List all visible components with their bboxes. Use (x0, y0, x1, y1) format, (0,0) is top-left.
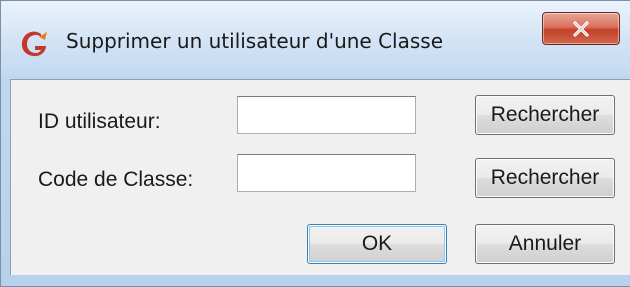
window-title: Supprimer un utilisateur d'une Classe (66, 29, 444, 53)
dialog-window: Supprimer un utilisateur d'une Classe ID… (0, 0, 630, 287)
class-code-input[interactable] (237, 154, 416, 192)
class-code-label: Code de Classe: (38, 168, 194, 191)
close-x-icon (573, 21, 589, 37)
close-button[interactable] (542, 12, 620, 45)
dialog-body: ID utilisateur: Rechercher Code de Class… (10, 79, 630, 275)
title-bar[interactable]: Supprimer un utilisateur d'une Classe (0, 0, 630, 78)
cancel-button[interactable]: Annuler (475, 224, 615, 264)
ok-button[interactable]: OK (307, 224, 447, 264)
search-user-button[interactable]: Rechercher (475, 95, 615, 135)
user-id-input[interactable] (237, 96, 416, 134)
app-logo-icon (19, 30, 49, 58)
user-id-label: ID utilisateur: (38, 110, 161, 133)
search-class-button[interactable]: Rechercher (475, 158, 615, 198)
